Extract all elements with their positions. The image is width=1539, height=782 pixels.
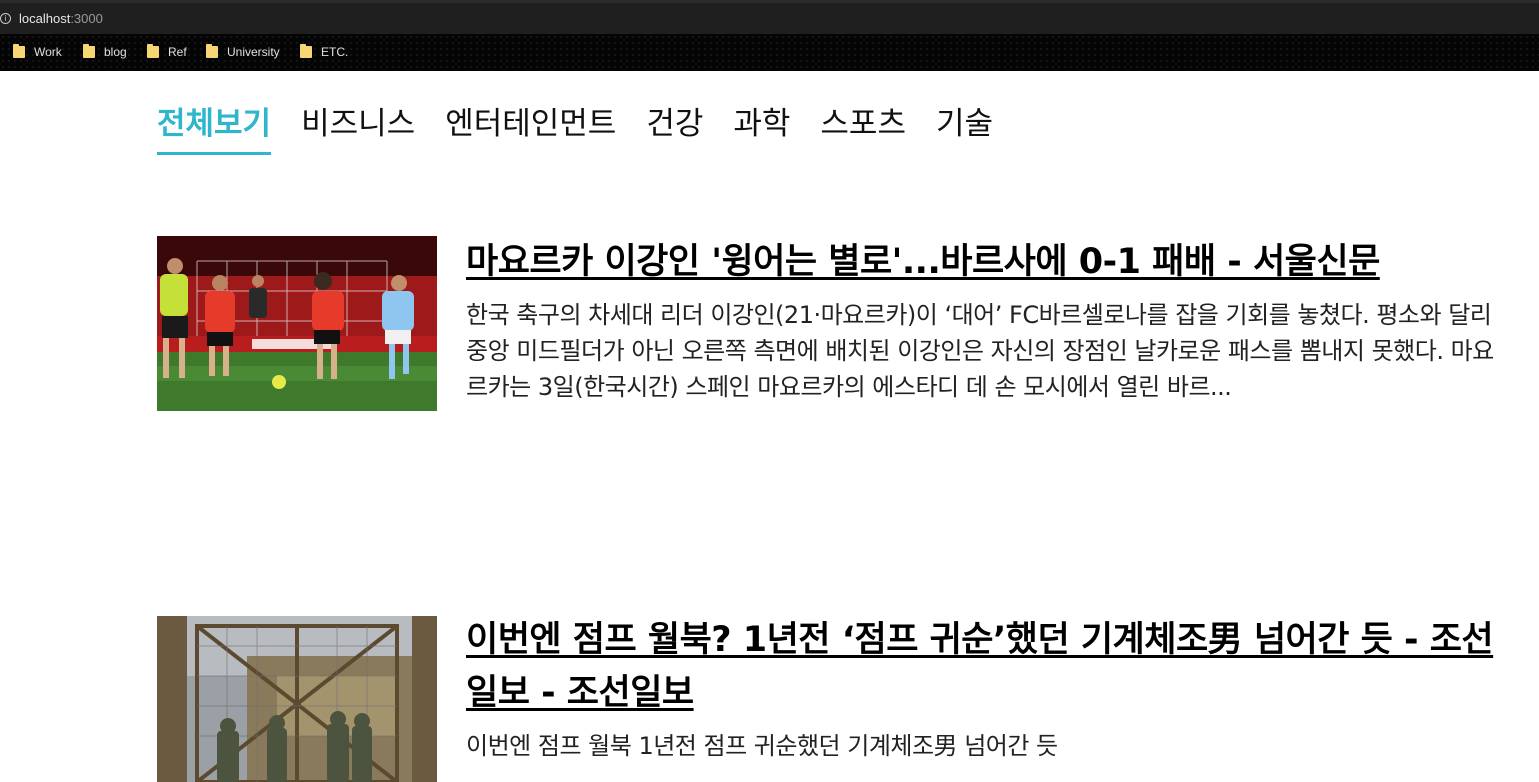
tab-technology[interactable]: 기술 [936, 98, 993, 155]
folder-icon [206, 44, 218, 58]
tab-entertainment[interactable]: 엔터테인먼트 [445, 98, 616, 155]
tab-science[interactable]: 과학 [733, 98, 790, 155]
tab-all[interactable]: 전체보기 [157, 98, 272, 155]
tab-business[interactable]: 비즈니스 [301, 98, 415, 155]
tab-sports[interactable]: 스포츠 [820, 98, 906, 155]
article-thumbnail[interactable] [157, 616, 437, 782]
article-title-link[interactable]: 마요르카 이강인 '윙어는 별로'...바르사에 0-1 패배 - 서울신문 [466, 236, 1501, 289]
folder-icon [147, 44, 159, 58]
url-host: localhost [19, 11, 71, 26]
category-nav: 전체보기 비즈니스 엔터테인먼트 건강 과학 스포츠 기술 [157, 98, 993, 155]
border-fence-image [157, 616, 437, 782]
bookmarks-bar: Work blog Ref University ETC. [0, 34, 1539, 71]
folder-icon [13, 44, 25, 58]
tab-health[interactable]: 건강 [646, 98, 703, 155]
bookmark-work[interactable]: Work [13, 44, 62, 60]
url-port: :3000 [70, 11, 103, 26]
news-page: 전체보기 비즈니스 엔터테인먼트 건강 과학 스포츠 기술 마요르카 이강인 '… [0, 71, 1539, 782]
bookmark-label: Ref [168, 45, 187, 59]
soccer-match-image [157, 236, 437, 411]
folder-icon [300, 44, 312, 58]
article-thumbnail[interactable] [157, 236, 437, 411]
folder-icon [83, 44, 95, 58]
bookmark-ref[interactable]: Ref [147, 44, 187, 60]
bookmark-etc[interactable]: ETC. [300, 44, 348, 60]
article-content: 이번엔 점프 월북? 1년전 ‘점프 귀순’했던 기계체조男 넘어간 듯 - 조… [466, 614, 1501, 764]
url-text[interactable]: localhost:3000 [19, 11, 103, 26]
article-description: 한국 축구의 차세대 리더 이강인(21·마요르카)이 ‘대어’ FC바르셀로나… [466, 301, 1494, 401]
browser-address-bar[interactable]: i localhost:3000 [0, 0, 1539, 34]
article-content: 마요르카 이강인 '윙어는 별로'...바르사에 0-1 패배 - 서울신문 한… [466, 236, 1501, 405]
bookmark-label: ETC. [321, 45, 349, 59]
bookmark-university[interactable]: University [206, 44, 280, 60]
bookmark-label: blog [104, 45, 127, 59]
site-info-icon[interactable]: i [0, 13, 11, 24]
article-title-link[interactable]: 이번엔 점프 월북? 1년전 ‘점프 귀순’했던 기계체조男 넘어간 듯 - 조… [466, 614, 1501, 720]
bookmark-label: Work [34, 45, 62, 59]
article-description: 이번엔 점프 월북 1년전 점프 귀순했던 기계체조男 넘어간 듯 [466, 732, 1058, 760]
bookmark-label: University [227, 45, 280, 59]
bookmark-blog[interactable]: blog [83, 44, 127, 60]
